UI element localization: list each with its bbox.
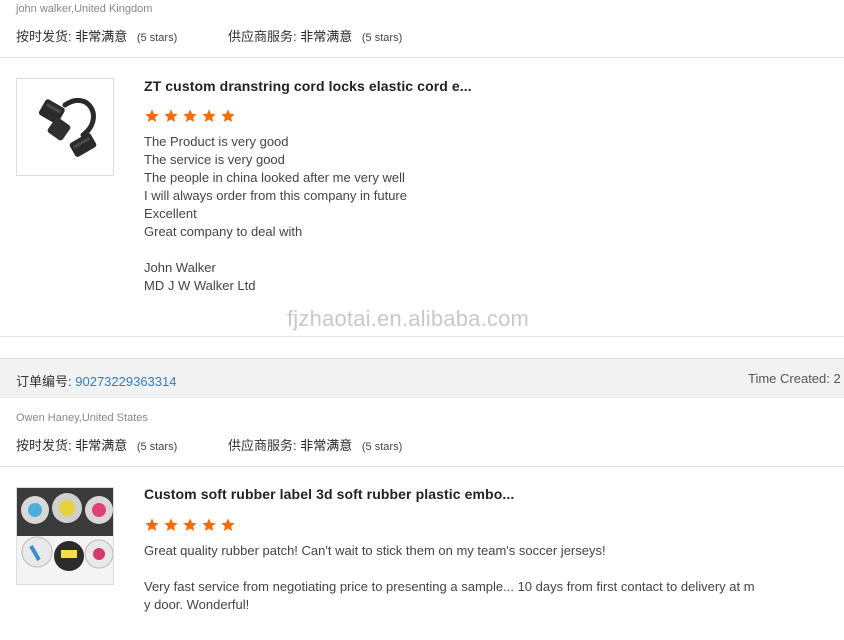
- review-line: Excellent: [144, 206, 197, 221]
- star-icon: [202, 109, 216, 122]
- star-rating: [144, 108, 236, 124]
- review-line: Great company to deal with: [144, 224, 303, 239]
- star-icon: [183, 518, 197, 531]
- delivery-stars-text: (5 stars): [136, 441, 178, 453]
- review-text: Great quality rubber patch! Can't wait t…: [144, 542, 755, 614]
- review-line: Great quality rubber patch! Can't wait t…: [144, 543, 606, 558]
- service-value: 非常满意: [300, 438, 353, 453]
- service-rating: 供应商服务: 非常满意 (5 stars): [228, 435, 402, 454]
- star-icon: [145, 109, 159, 122]
- review-line: y door. Wonderful!: [144, 597, 250, 612]
- product-title-link[interactable]: Custom soft rubber label 3d soft rubber …: [144, 486, 514, 502]
- review-line: I will always order from this company in…: [144, 188, 407, 203]
- delivery-rating: 按时发货: 非常满意 (5 stars): [16, 26, 177, 45]
- delivery-stars-text: (5 stars): [136, 32, 178, 44]
- divider: [0, 466, 844, 467]
- watermark: fjzhaotai.en.alibaba.com: [287, 306, 530, 331]
- buyer-name: john walker,United Kingdom: [16, 3, 153, 15]
- delivery-value: 非常满意: [75, 438, 128, 453]
- delivery-rating: 按时发货: 非常满意 (5 stars): [16, 435, 177, 454]
- star-icon: [202, 518, 216, 531]
- review-line: [144, 241, 407, 259]
- order-header: 订单编号: 90273229363314 Time Created: 2: [0, 358, 844, 398]
- star-icon: [183, 109, 197, 122]
- service-value: 非常满意: [300, 29, 353, 44]
- review-line: The Product is very good: [144, 134, 289, 149]
- order-number-label: 订单编号:: [16, 374, 72, 389]
- review-line: The people in china looked after me very…: [144, 170, 405, 185]
- service-stars-text: (5 stars): [361, 441, 403, 453]
- rubber-patch-image: [17, 488, 113, 584]
- service-stars-text: (5 stars): [361, 32, 403, 44]
- star-icon: [221, 518, 235, 531]
- product-thumbnail[interactable]: [16, 78, 114, 176]
- star-rating: [144, 517, 236, 533]
- order-number-link[interactable]: 90273229363314: [75, 374, 176, 389]
- star-icon: [145, 518, 159, 531]
- review-line: John Walker: [144, 260, 216, 275]
- review-text: The Product is very good The service is v…: [144, 133, 407, 295]
- review-line: MD J W Walker Ltd: [144, 278, 256, 293]
- review-line: [144, 560, 755, 578]
- product-thumbnail[interactable]: [16, 487, 114, 585]
- service-rating: 供应商服务: 非常满意 (5 stars): [228, 26, 402, 45]
- divider: [0, 336, 844, 337]
- review-line: The service is very good: [144, 152, 285, 167]
- star-icon: [221, 109, 235, 122]
- buyer-name: Owen Haney,United States: [16, 412, 148, 424]
- delivery-value: 非常满意: [75, 29, 128, 44]
- service-label: 供应商服务:: [228, 438, 297, 453]
- delivery-label: 按时发货:: [16, 438, 72, 453]
- star-icon: [164, 109, 178, 122]
- divider: [0, 57, 844, 58]
- delivery-label: 按时发货:: [16, 29, 72, 44]
- order-number-row: 订单编号: 90273229363314: [16, 371, 176, 390]
- star-icon: [164, 518, 178, 531]
- time-created: Time Created: 2: [748, 371, 841, 386]
- cord-lock-image: [38, 97, 97, 157]
- service-label: 供应商服务:: [228, 29, 297, 44]
- product-title-link[interactable]: ZT custom dranstring cord locks elastic …: [144, 78, 472, 94]
- review-line: Very fast service from negotiating price…: [144, 579, 755, 594]
